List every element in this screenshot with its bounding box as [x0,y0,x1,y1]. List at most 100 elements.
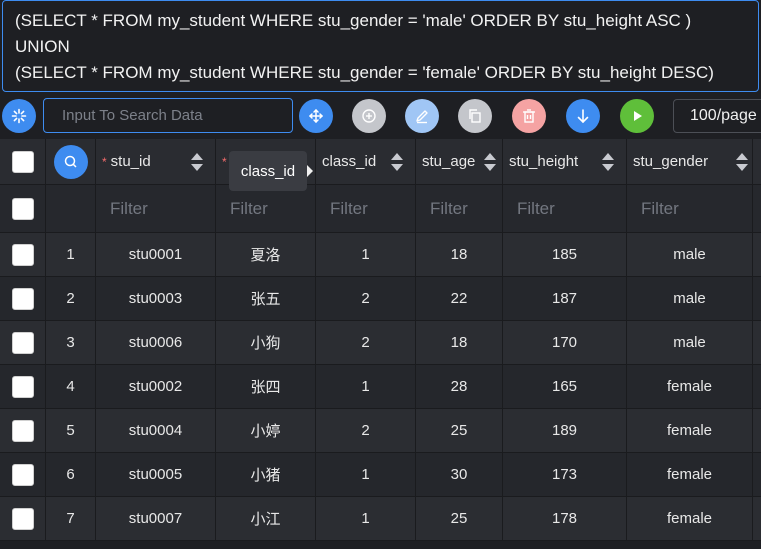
cell-stu-age[interactable]: 25 [416,497,503,540]
refresh-icon [11,108,27,124]
column-header-stu-id[interactable]: * stu_id [96,139,216,184]
sort-icon[interactable] [191,153,203,171]
row-select-cell [0,233,46,276]
page-size-select[interactable]: 100/page [673,99,761,133]
cell-class-id[interactable]: 1 [316,233,416,276]
sort-icon[interactable] [391,153,403,171]
sort-icon[interactable] [602,153,614,171]
filter-checkbox[interactable] [11,197,34,220]
filter-input-name[interactable]: Filter [216,185,316,232]
row-checkbox[interactable] [11,243,34,266]
cell-stu-age[interactable]: 30 [416,453,503,496]
cell-class-id[interactable]: 2 [316,321,416,364]
refresh-button[interactable] [2,99,36,133]
table-row[interactable]: 7 stu0007 小江 1 25 178 female [0,497,761,541]
row-select-cell [0,409,46,452]
cell-stu-age[interactable]: 22 [416,277,503,320]
add-button[interactable] [352,99,386,133]
cell-stu-age[interactable]: 28 [416,365,503,408]
row-select-cell [0,277,46,320]
search-column-cell [46,139,96,184]
cell-stu-height[interactable]: 189 [503,409,627,452]
row-checkbox[interactable] [11,419,34,442]
column-label: stu_age [422,153,476,170]
cell-stu-gender[interactable]: male [627,277,753,320]
filter-input-stu-age[interactable]: Filter [416,185,503,232]
delete-button[interactable] [512,99,546,133]
row-checkbox[interactable] [11,507,34,530]
plus-circle-icon [362,109,376,123]
copy-button[interactable] [458,99,492,133]
search-input[interactable] [43,98,293,133]
cell-stu-height[interactable]: 187 [503,277,627,320]
cell-stu-id[interactable]: stu0003 [96,277,216,320]
table-row[interactable]: 3 stu0006 小狗 2 18 170 male [0,321,761,365]
cell-stu-id[interactable]: stu0007 [96,497,216,540]
cell-stu-height[interactable]: 165 [503,365,627,408]
cell-name[interactable]: 小江 [216,497,316,540]
cell-name[interactable]: 小狗 [216,321,316,364]
filter-input-stu-id[interactable]: Filter [96,185,216,232]
cell-name[interactable]: 张四 [216,365,316,408]
download-button[interactable] [566,99,600,133]
column-header-stu-age[interactable]: stu_age [416,139,503,184]
edit-button[interactable] [405,99,439,133]
cell-stu-height[interactable]: 185 [503,233,627,276]
run-button[interactable] [620,99,654,133]
table-row[interactable]: 4 stu0002 张四 1 28 165 female [0,365,761,409]
cell-stu-id[interactable]: stu0004 [96,409,216,452]
cell-stu-age[interactable]: 18 [416,233,503,276]
cell-name[interactable]: 小猪 [216,453,316,496]
table-row[interactable]: 2 stu0003 张五 2 22 187 male [0,277,761,321]
cell-stu-height[interactable]: 170 [503,321,627,364]
cell-stu-id[interactable]: stu0006 [96,321,216,364]
cell-stu-gender[interactable]: female [627,365,753,408]
cell-name[interactable]: 小婷 [216,409,316,452]
filter-input-stu-height[interactable]: Filter [503,185,627,232]
row-checkbox[interactable] [11,463,34,486]
table-body: 1 stu0001 夏洛 1 18 185 male 2 stu0003 张五 2 22 187 male… [0,233,761,541]
cell-stu-gender[interactable]: female [627,409,753,452]
cell-name[interactable]: 张五 [216,277,316,320]
cell-stu-gender[interactable]: male [627,321,753,364]
row-checkbox[interactable] [11,375,34,398]
cell-stu-id[interactable]: stu0001 [96,233,216,276]
play-icon [634,111,642,121]
column-header-stu-gender[interactable]: stu_gender [627,139,753,184]
table-row[interactable]: 1 stu0001 夏洛 1 18 185 male [0,233,761,277]
sort-icon[interactable] [736,153,748,171]
row-checkbox[interactable] [11,331,34,354]
filter-input-class-id[interactable]: Filter [316,185,416,232]
cell-class-id[interactable]: 1 [316,365,416,408]
table-row[interactable]: 6 stu0005 小猪 1 30 173 female [0,453,761,497]
cell-stu-gender[interactable]: female [627,453,753,496]
cell-stu-id[interactable]: stu0002 [96,365,216,408]
sql-editor[interactable]: (SELECT * FROM my_student WHERE stu_gend… [2,0,759,92]
table-row[interactable]: 5 stu0004 小婷 2 25 189 female [0,409,761,453]
cell-class-id[interactable]: 2 [316,277,416,320]
trash-icon [523,109,535,123]
cell-stu-gender[interactable]: male [627,233,753,276]
cell-stu-height[interactable]: 178 [503,497,627,540]
cell-stu-height[interactable]: 173 [503,453,627,496]
column-label: stu_id [110,153,151,170]
filter-input-stu-gender[interactable]: Filter [627,185,753,232]
cell-class-id[interactable]: 1 [316,497,416,540]
search-button[interactable] [54,144,88,179]
row-select-cell [0,497,46,540]
column-header-class-id[interactable]: class_id [316,139,416,184]
column-tooltip: class_id [229,151,307,191]
sort-icon[interactable] [484,153,496,171]
row-checkbox[interactable] [11,287,34,310]
cell-name[interactable]: 夏洛 [216,233,316,276]
move-button[interactable] [299,99,333,133]
select-all-checkbox[interactable] [11,150,34,173]
cell-class-id[interactable]: 1 [316,453,416,496]
cell-stu-id[interactable]: stu0005 [96,453,216,496]
row-select-cell [0,453,46,496]
cell-stu-age[interactable]: 25 [416,409,503,452]
cell-stu-age[interactable]: 18 [416,321,503,364]
cell-class-id[interactable]: 2 [316,409,416,452]
cell-stu-gender[interactable]: female [627,497,753,540]
column-header-stu-height[interactable]: stu_height [503,139,627,184]
